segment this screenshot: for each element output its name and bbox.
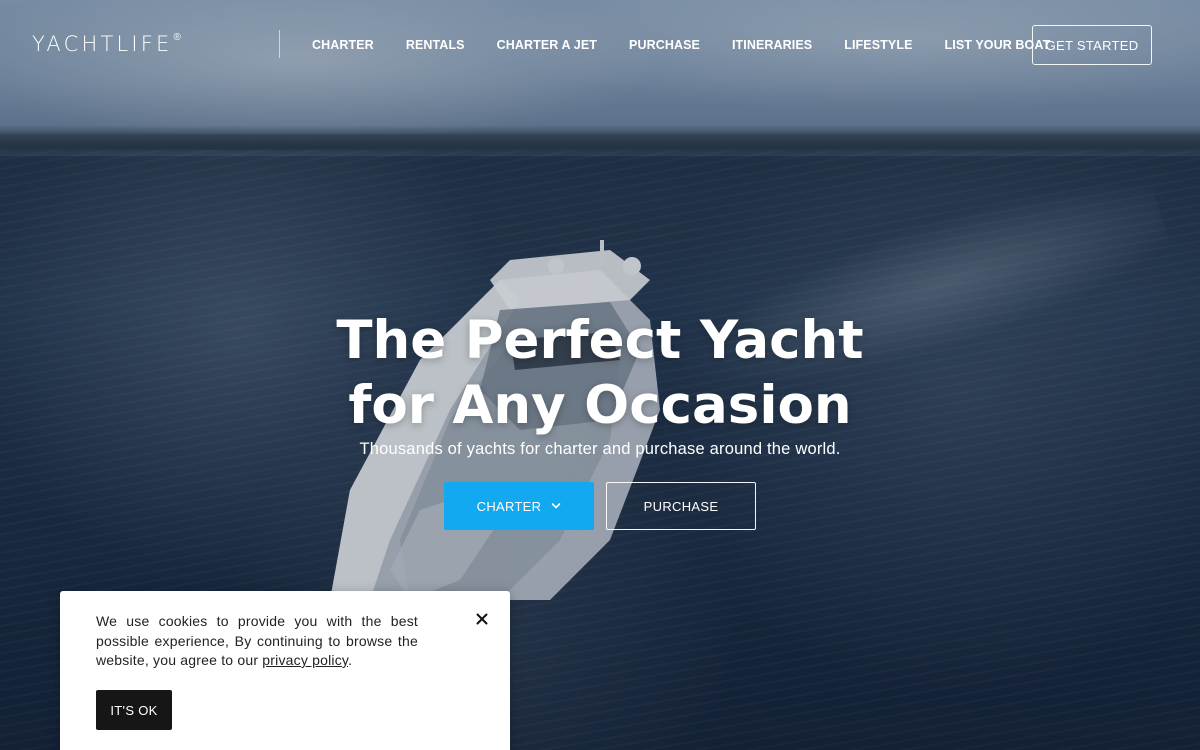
top-navigation: YACHTLIFE ® CHARTER RENTALS CHARTER A JE… xyxy=(0,0,1200,90)
cookie-banner: We use cookies to provide you with the b… xyxy=(60,591,510,750)
yachtlife-logo[interactable]: YACHTLIFE ® xyxy=(32,32,181,56)
accept-cookies-button[interactable]: IT'S OK xyxy=(96,690,172,730)
nav-link-charter-a-jet[interactable]: CHARTER A JET xyxy=(481,36,613,54)
nav-link-charter[interactable]: CHARTER xyxy=(296,36,390,54)
close-icon[interactable] xyxy=(474,611,490,627)
hero-section: YACHTLIFE ® CHARTER RENTALS CHARTER A JE… xyxy=(0,0,1200,750)
cookie-message: We use cookies to provide you with the b… xyxy=(96,612,418,671)
get-started-button[interactable]: GET STARTED xyxy=(1032,25,1152,65)
hero-cta-row: CHARTER PURCHASE xyxy=(444,482,756,530)
nav-link-lifestyle[interactable]: LIFESTYLE xyxy=(828,36,928,54)
headline-line-2: for Any Occasion xyxy=(348,375,852,436)
privacy-policy-link[interactable]: privacy policy xyxy=(262,652,348,668)
hero-headline: The Perfect Yacht for Any Occasion xyxy=(300,308,900,438)
chevron-down-icon xyxy=(552,503,561,509)
headline-line-1: The Perfect Yacht xyxy=(336,310,864,371)
nav-link-rentals[interactable]: RENTALS xyxy=(390,36,481,54)
purchase-button[interactable]: PURCHASE xyxy=(606,482,756,530)
nav-link-itineraries[interactable]: ITINERARIES xyxy=(716,36,828,54)
cookie-message-end: . xyxy=(348,652,353,668)
nav-link-purchase[interactable]: PURCHASE xyxy=(613,36,716,54)
charter-button-label: CHARTER xyxy=(476,498,542,514)
logo-wordmark: YACHTLIFE xyxy=(32,32,173,56)
registered-mark: ® xyxy=(173,32,181,43)
nav-links: CHARTER RENTALS CHARTER A JET PURCHASE I… xyxy=(296,36,1066,54)
charter-dropdown-button[interactable]: CHARTER xyxy=(444,482,594,530)
cookie-message-text: We use cookies to provide you with the b… xyxy=(96,613,418,668)
hero-subtitle: Thousands of yachts for charter and purc… xyxy=(359,440,841,458)
nav-divider xyxy=(279,30,280,58)
